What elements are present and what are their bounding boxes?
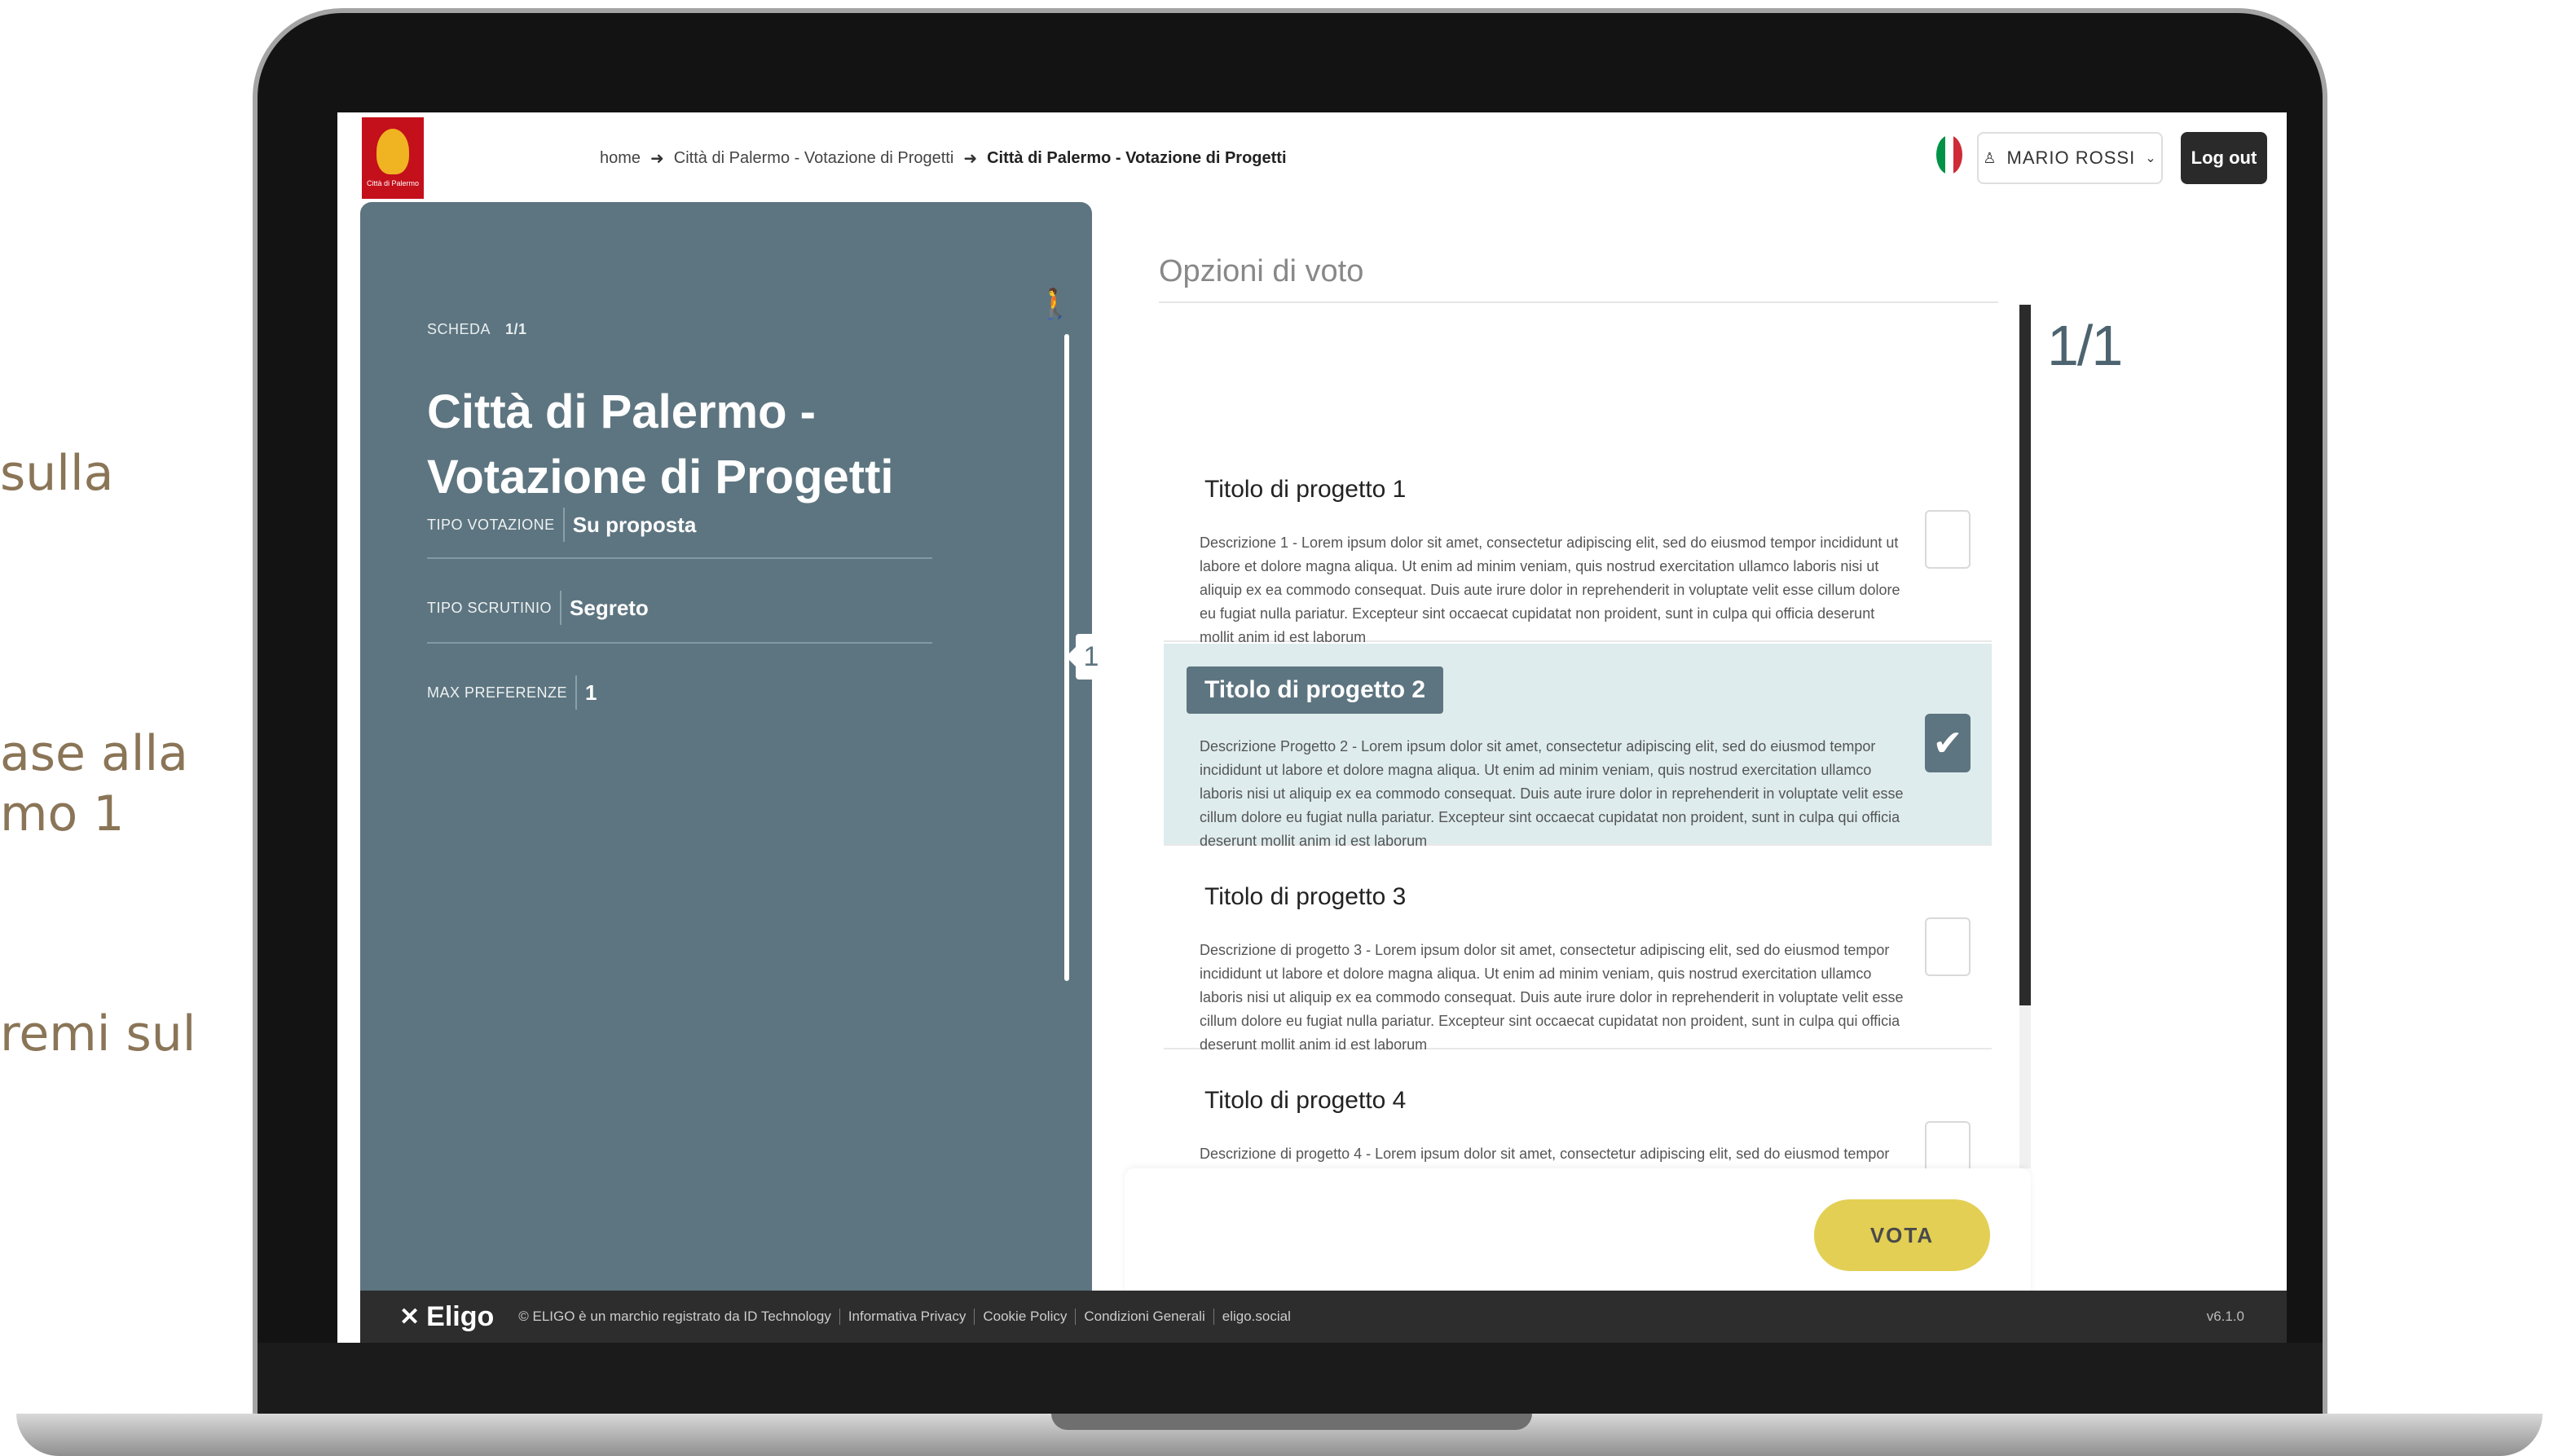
city-logo[interactable]: Città di Palermo — [362, 117, 424, 199]
breadcrumb-home[interactable]: home — [600, 149, 641, 168]
app-version: v6.1.0 — [2206, 1309, 2244, 1324]
logo-text: Città di Palermo — [366, 179, 420, 187]
option-description: Descrizione Progetto 2 - Lorem ipsum dol… — [1200, 738, 1904, 849]
option-title: Titolo di progetto 1 — [1204, 476, 1407, 503]
breadcrumb-current: Città di Palermo - Votazione di Progetti — [987, 149, 1287, 167]
eligo-logo-icon: ✕ — [399, 1303, 421, 1331]
info-value: Su proposta — [572, 512, 697, 537]
option-card-1[interactable]: Titolo di progetto 1 Descrizione 1 - Lor… — [1164, 440, 1992, 645]
flag-stripe — [1944, 135, 1954, 174]
user-menu-button[interactable]: ♙ MARIO ROSSI ⌄ — [1977, 132, 2163, 184]
divider — [1159, 301, 1998, 303]
vote-button[interactable]: VOTA — [1814, 1199, 1990, 1271]
arrow-right-icon: ➜ — [650, 150, 664, 168]
app-footer: ✕ Eligo © ELIGO è un marchio registrato … — [360, 1291, 2287, 1343]
divider — [427, 557, 932, 559]
step-badge: 1 — [1066, 634, 1107, 680]
footer-copyright: © ELIGO è un marchio registrato da ID Te… — [510, 1309, 840, 1325]
info-value: Segreto — [570, 595, 649, 620]
slide-stage: sulla ase alla mo 1 remi sul Città di Pa… — [0, 0, 2554, 1456]
walking-person-icon: 🚶 — [1037, 287, 1073, 320]
arrow-right-icon: ➜ — [963, 150, 978, 168]
ballot-counter: SCHEDA 1/1 — [427, 321, 527, 338]
eagle-emblem-icon — [376, 129, 409, 174]
options-scrollbar[interactable] — [2019, 305, 2031, 1005]
option-checkbox[interactable] — [1925, 510, 1971, 569]
footer-links: © ELIGO è un marchio registrato da ID Te… — [510, 1309, 1299, 1325]
footer-link-privacy[interactable]: Informativa Privacy — [840, 1309, 975, 1325]
info-label: TIPO SCRUTINIO — [427, 591, 562, 625]
option-title: Titolo di progetto 2 — [1187, 666, 1444, 714]
breadcrumb: home ➜ Città di Palermo - Votazione di P… — [600, 148, 1287, 169]
ballot-counter-value: 1/1 — [505, 321, 527, 337]
divider — [427, 642, 932, 644]
option-card-3[interactable]: Titolo di progetto 3 Descrizione di prog… — [1164, 847, 1992, 1053]
laptop-notch — [1051, 1414, 1532, 1430]
scrollbar-track — [2019, 1005, 2031, 1168]
info-row-tipo-votazione: TIPO VOTAZIONE Su proposta — [427, 492, 932, 557]
user-icon: ♙ — [1983, 149, 1997, 166]
ballot-info-panel: SCHEDA 1/1 Città di Palermo - Votazione d… — [360, 202, 1107, 1294]
page-count: 1/1 — [2047, 314, 2123, 377]
info-row-max-preferenze: MAX PREFERENZE 1 — [427, 660, 932, 725]
logout-button[interactable]: Log out — [2181, 132, 2267, 184]
info-label: MAX PREFERENZE — [427, 675, 578, 710]
eligo-brand[interactable]: ✕ Eligo — [399, 1301, 494, 1333]
footer-link-cookie[interactable]: Cookie Policy — [975, 1309, 1077, 1325]
option-card-2[interactable]: Titolo di progetto 2 Descrizione Progett… — [1164, 644, 1992, 849]
option-checkbox-checked[interactable]: ✔ — [1925, 714, 1971, 772]
laptop-bezel — [258, 1343, 2323, 1418]
flag-stripe — [1953, 135, 1962, 174]
slide-fragment-1: sulla — [0, 445, 114, 502]
option-title: Titolo di progetto 4 — [1204, 1087, 1407, 1114]
top-bar: Città di Palermo home ➜ Città di Palermo… — [337, 112, 2287, 202]
flag-stripe — [1936, 135, 1945, 174]
chevron-down-icon: ⌄ — [2145, 152, 2157, 165]
italian-flag-icon[interactable] — [1936, 135, 1962, 174]
option-description: Descrizione di progetto 3 - Lorem ipsum … — [1200, 942, 1904, 1053]
option-description: Descrizione 1 - Lorem ipsum dolor sit am… — [1200, 534, 1900, 645]
user-name: MARIO ROSSI — [2006, 147, 2136, 168]
info-label: TIPO VOTAZIONE — [427, 508, 565, 542]
footer-link-eligo-social[interactable]: eligo.social — [1214, 1309, 1299, 1325]
app-screen: Città di Palermo home ➜ Città di Palermo… — [337, 112, 2287, 1343]
footer-link-terms[interactable]: Condizioni Generali — [1076, 1309, 1214, 1325]
brand-name: Eligo — [426, 1300, 495, 1332]
option-title: Titolo di progetto 3 — [1204, 883, 1407, 910]
info-row-tipo-scrutinio: TIPO SCRUTINIO Segreto — [427, 575, 932, 640]
breadcrumb-item[interactable]: Città di Palermo - Votazione di Progetti — [674, 149, 954, 168]
ballot-title: Città di Palermo - Votazione di Progetti — [427, 385, 894, 504]
ballot-counter-label: SCHEDA — [427, 321, 491, 337]
slide-fragment-4: remi sul — [0, 1005, 196, 1062]
slide-fragment-3: mo 1 — [0, 785, 125, 842]
slide-fragment-2: ase alla — [0, 725, 188, 782]
info-value: 1 — [585, 680, 597, 705]
option-checkbox[interactable] — [1925, 917, 1971, 976]
checkmark-icon: ✔ — [1932, 723, 1963, 763]
options-title: Opzioni di voto — [1159, 254, 1364, 288]
